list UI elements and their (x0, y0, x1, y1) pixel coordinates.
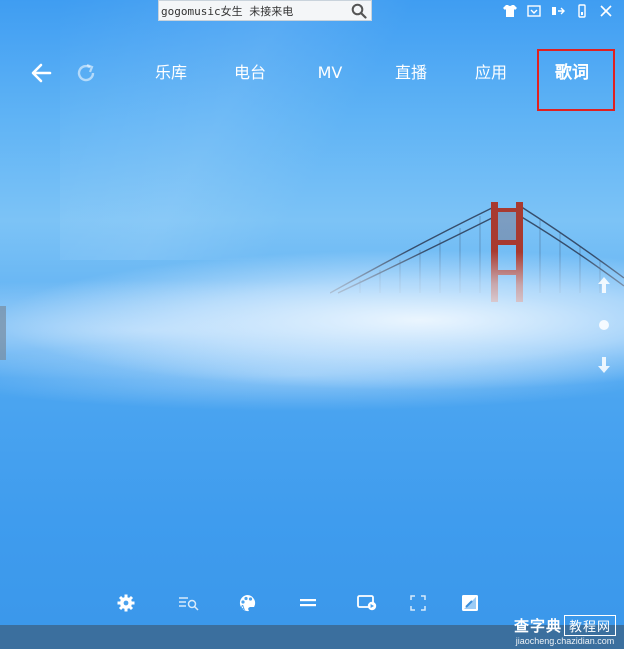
tab-apps[interactable]: 应用 (472, 62, 510, 84)
minimize-icon[interactable] (546, 2, 570, 20)
skin-icon[interactable] (498, 2, 522, 20)
search-input[interactable] (159, 1, 347, 20)
lyric-color-icon[interactable]: A (236, 592, 258, 614)
fog-layer-lower (0, 330, 624, 420)
search-bar[interactable] (158, 0, 372, 21)
side-panel-handle[interactable] (0, 306, 6, 360)
menu-icon[interactable] (570, 2, 594, 20)
theme-icon[interactable] (459, 592, 481, 614)
scroll-down-icon[interactable] (597, 356, 611, 374)
lyrics-toolbar: A (0, 590, 624, 616)
close-icon[interactable] (594, 2, 618, 20)
bridge-image (330, 202, 624, 302)
desktop-lyrics-icon[interactable] (356, 592, 378, 614)
watermark-url: jiaocheng.chazidian.com (515, 636, 615, 646)
lyrics-tab-highlight (537, 49, 615, 111)
mini-mode-icon[interactable] (522, 2, 546, 20)
tab-mv[interactable]: MV (313, 62, 347, 84)
refresh-icon[interactable] (74, 61, 98, 85)
fullscreen-icon[interactable] (407, 592, 429, 614)
tab-library[interactable]: 乐库 (152, 62, 190, 84)
scroll-position-dot[interactable] (599, 320, 609, 330)
window-controls (498, 2, 618, 20)
watermark-brand: 查字典 (513, 618, 562, 635)
search-lyrics-icon[interactable] (178, 592, 200, 614)
adjust-icon[interactable] (297, 592, 319, 614)
back-arrow-icon[interactable] (30, 61, 54, 85)
tab-live[interactable]: 直播 (392, 62, 430, 84)
search-icon[interactable] (347, 1, 371, 20)
watermark: 查字典 教程网 jiaocheng.chazidian.com (514, 615, 616, 646)
tab-radio[interactable]: 电台 (231, 62, 269, 84)
watermark-tag: 教程网 (563, 615, 616, 636)
scroll-up-icon[interactable] (597, 276, 611, 294)
settings-icon[interactable] (115, 592, 137, 614)
svg-text:A: A (240, 605, 245, 612)
